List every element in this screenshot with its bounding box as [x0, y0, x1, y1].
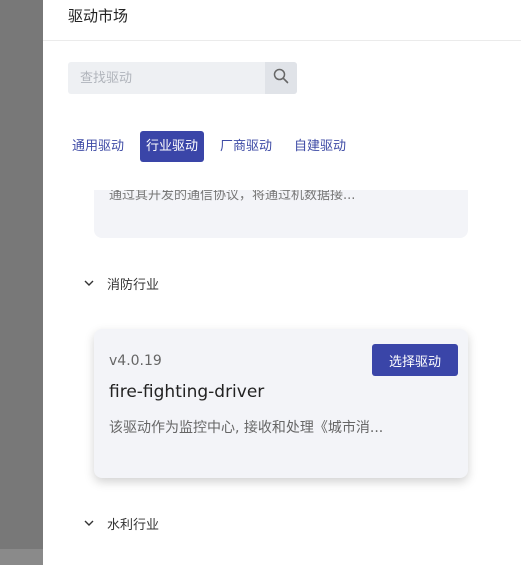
search-button[interactable]	[265, 62, 297, 94]
drawer-header: 驱动市场	[43, 0, 521, 41]
driver-version: v4.0.19	[109, 353, 162, 369]
driver-list[interactable]: 通过其开发的通信协议，将通过机数据接... 消防行业 v4.0.19 fire-…	[43, 190, 521, 565]
search-input[interactable]	[68, 62, 264, 94]
driver-description: 该驱动作为监控中心, 接收和处理《城市消...	[109, 420, 384, 436]
modal-backdrop[interactable]	[0, 0, 43, 565]
tab-general-drivers[interactable]: 通用驱动	[66, 131, 130, 162]
group-label: 消防行业	[107, 277, 160, 293]
group-header-fire[interactable]: 消防行业	[83, 273, 159, 293]
driver-type-tabs: 通用驱动 行业驱动 厂商驱动 自建驱动	[66, 131, 362, 162]
search-box	[68, 62, 297, 94]
group-label: 水利行业	[107, 517, 160, 533]
driver-market-drawer: 驱动市场 通用驱动 行业驱动 厂商驱动 自建驱动 通过其开发的通信协议，将通过机…	[43, 0, 521, 565]
chevron-down-icon	[83, 274, 95, 293]
driver-description: 通过其开发的通信协议，将通过机数据接...	[109, 190, 356, 203]
search-icon	[273, 68, 289, 88]
driver-card: 通过其开发的通信协议，将通过机数据接...	[94, 190, 468, 238]
tab-custom-drivers[interactable]: 自建驱动	[288, 131, 352, 162]
drawer-title: 驱动市场	[68, 7, 129, 25]
tab-vendor-drivers[interactable]: 厂商驱动	[214, 131, 278, 162]
tab-industry-drivers[interactable]: 行业驱动	[140, 131, 205, 162]
driver-card[interactable]: v4.0.19 fire-fighting-driver 该驱动作为监控中心, …	[94, 329, 468, 478]
driver-name: fire-fighting-driver	[109, 382, 265, 402]
select-driver-button[interactable]: 选择驱动	[372, 344, 458, 376]
backdrop-strip	[0, 549, 43, 565]
chevron-down-icon	[83, 514, 95, 533]
group-header-water[interactable]: 水利行业	[83, 513, 159, 533]
